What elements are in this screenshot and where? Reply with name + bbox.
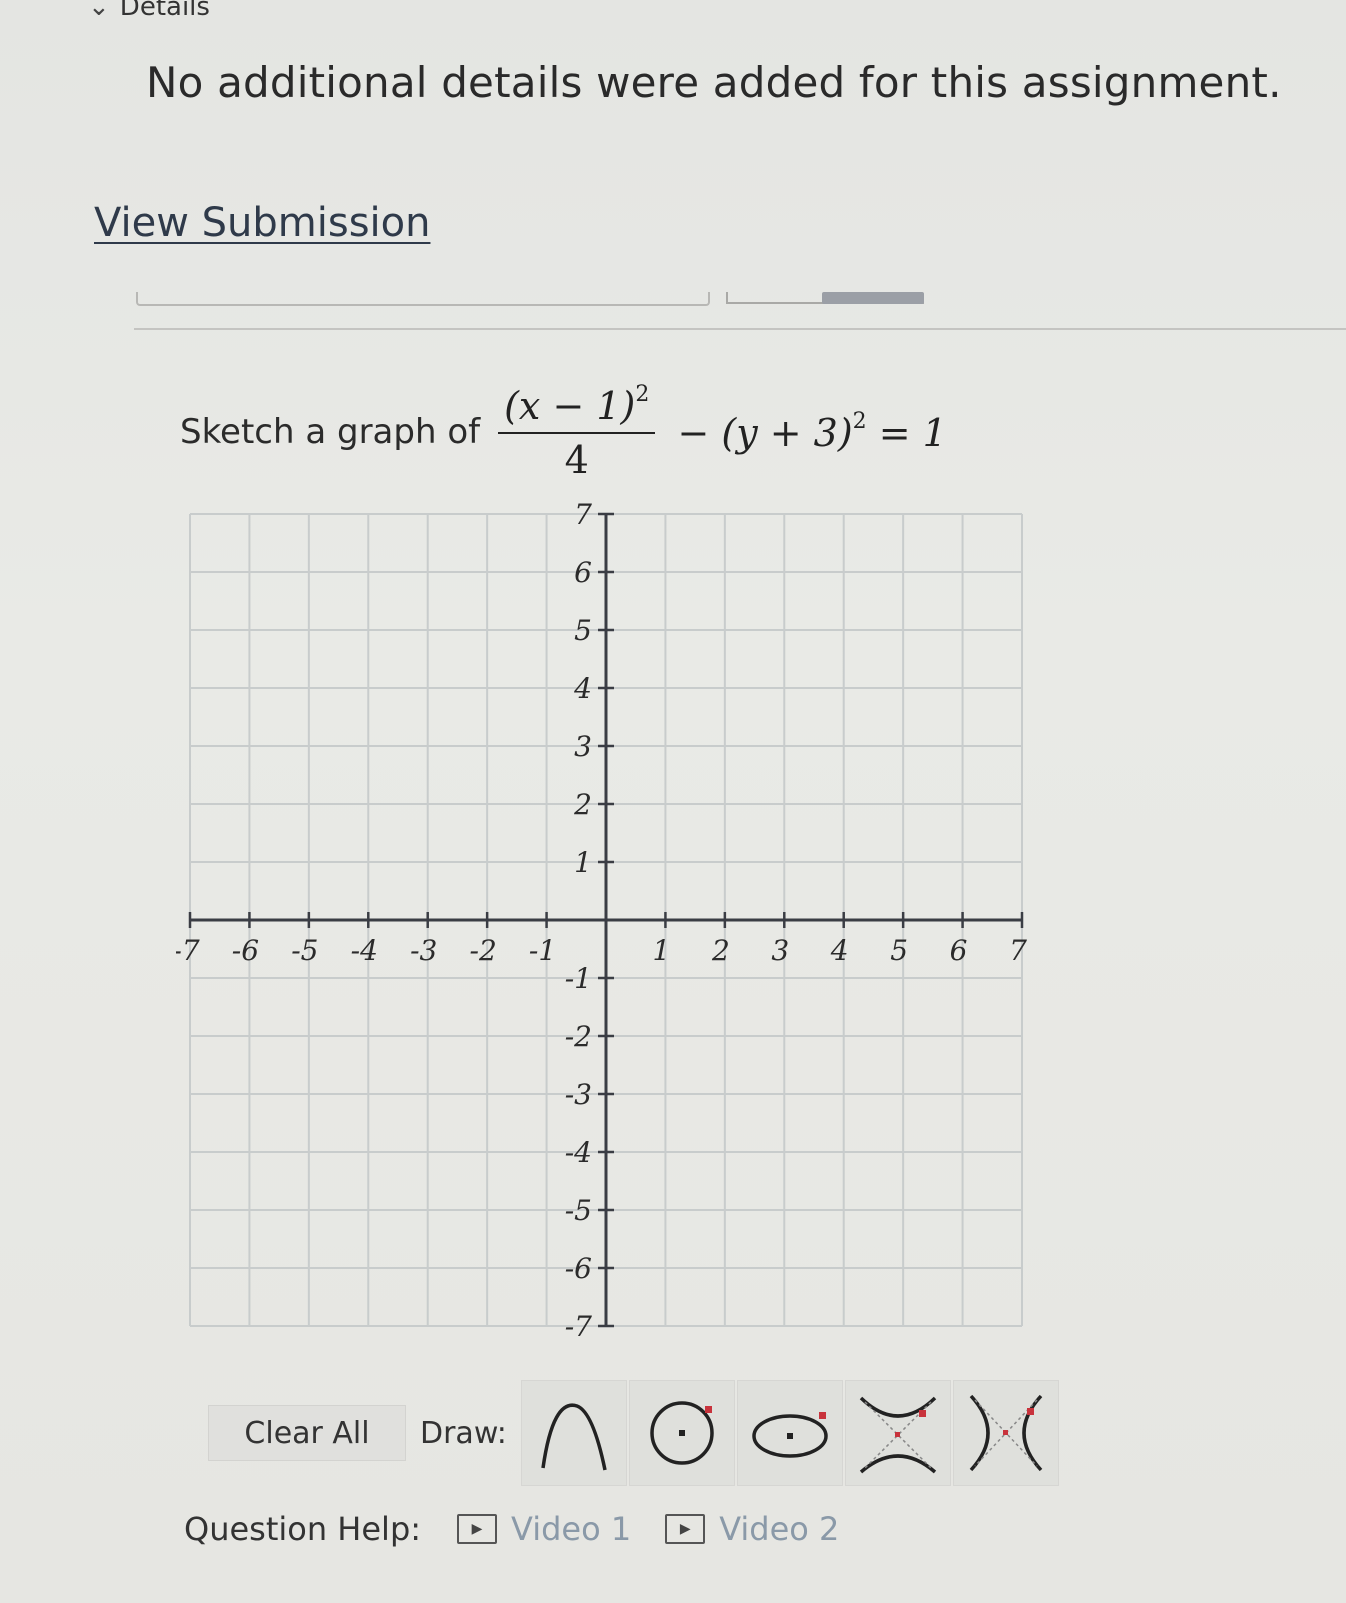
y-tick-label: -7	[565, 1310, 592, 1340]
y-tick-label: 1	[574, 846, 592, 879]
x-tick-label: -1	[529, 934, 556, 967]
y-tick-label: -5	[565, 1194, 592, 1227]
equation: (x − 1)2 4 − (y + 3)2 = 1	[498, 382, 947, 482]
y-tick-label: 2	[573, 788, 592, 821]
equation-numerator: (x − 1)2	[498, 382, 656, 434]
x-tick-label: -4	[351, 934, 378, 967]
y-tick-label: -2	[565, 1020, 592, 1053]
draw-toolbar: Clear All Draw:	[208, 1378, 1061, 1488]
x-tick-label: -6	[232, 934, 259, 967]
video-2-label: Video 2	[719, 1510, 840, 1548]
tab-strip	[130, 292, 1346, 332]
y-tick-label: 7	[574, 500, 592, 531]
ellipse-tool-button[interactable]	[736, 1380, 843, 1486]
x-tick-label: 6	[950, 934, 968, 967]
play-icon: ▶	[457, 1514, 498, 1544]
question-help-label: Question Help:	[184, 1510, 422, 1548]
question-help: Question Help: ▶ Video 1 ▶ Video 2	[184, 1510, 873, 1548]
play-icon: ▶	[665, 1514, 706, 1544]
tab-left[interactable]	[136, 292, 710, 306]
draw-label: Draw:	[420, 1415, 507, 1451]
tab-right-indicator	[822, 292, 924, 304]
circle-tool-button[interactable]	[628, 1380, 735, 1486]
details-label: Details	[119, 0, 210, 22]
x-tick-label: 4	[830, 934, 849, 967]
y-tick-label: 4	[573, 672, 592, 705]
y-tick-label: -4	[565, 1136, 592, 1169]
x-tick-label: 5	[890, 934, 908, 967]
equation-rest: − (y + 3)2 = 1	[665, 409, 947, 455]
view-submission-link[interactable]: View Submission	[94, 200, 430, 246]
horizontal-hyperbola-tool-icon	[969, 1394, 1043, 1472]
clear-all-button[interactable]: Clear All	[208, 1405, 406, 1461]
vertical-hyperbola-tool-button[interactable]	[844, 1380, 951, 1486]
y-tick-label: 5	[574, 614, 592, 647]
y-tick-label: -1	[565, 962, 592, 995]
graph-canvas[interactable]: -7 -6 -5 -4 -3 -2 -1 1 2 3 4 5 6 7 7 6 5 4 3 2 1 -1 -2 -3 -4 -5 -6…	[176, 500, 1036, 1340]
y-tick-label: 6	[574, 556, 592, 589]
equation-denominator: 4	[564, 438, 589, 482]
question-text: Sketch a graph of	[180, 412, 481, 452]
ellipse-tool-icon	[752, 1412, 828, 1458]
video-1-label: Video 1	[511, 1510, 632, 1548]
x-tick-label: 1	[653, 934, 671, 967]
x-tick-label: -7	[176, 934, 200, 967]
y-tick-label: -3	[565, 1078, 592, 1111]
parabola-tool-button[interactable]	[520, 1380, 627, 1486]
coordinate-plane[interactable]: -7 -6 -5 -4 -3 -2 -1 1 2 3 4 5 6 7 7 6 5 4 3 2 1 -1 -2 -3 -4 -5 -6…	[176, 500, 1036, 1340]
question-prompt: Sketch a graph of (x − 1)2 4 − (y + 3)2 …	[180, 372, 947, 492]
x-tick-label: 7	[1009, 934, 1027, 967]
video-2-link[interactable]: ▶ Video 2	[665, 1510, 839, 1548]
details-header[interactable]: ⌄ Details	[88, 0, 210, 22]
x-tick-label: 3	[771, 934, 789, 967]
divider	[134, 328, 1346, 330]
equation-fraction: (x − 1)2 4	[498, 382, 656, 482]
parabola-tool-icon	[541, 1403, 607, 1471]
chevron-down-icon: ⌄	[88, 0, 110, 22]
y-tick-label: 3	[574, 730, 592, 763]
video-1-link[interactable]: ▶ Video 1	[457, 1510, 631, 1548]
vertical-hyperbola-tool-icon	[859, 1396, 937, 1474]
y-tick-label: -6	[565, 1252, 592, 1285]
horizontal-hyperbola-tool-button[interactable]	[952, 1380, 1059, 1486]
x-tick-label: -2	[470, 934, 497, 967]
x-tick-label: -5	[291, 934, 318, 967]
x-tick-label: 2	[711, 934, 730, 967]
circle-tool-icon	[650, 1401, 714, 1465]
x-tick-label: -3	[410, 934, 437, 967]
no-details-text: No additional details were added for thi…	[146, 58, 1282, 107]
